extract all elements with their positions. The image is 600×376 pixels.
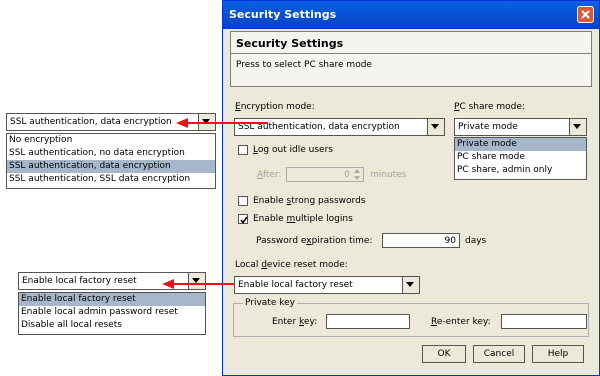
callout-arrows [162, 118, 268, 289]
reset-callout-arrow-icon [162, 279, 234, 289]
encryption-callout-arrow-icon [176, 118, 268, 128]
